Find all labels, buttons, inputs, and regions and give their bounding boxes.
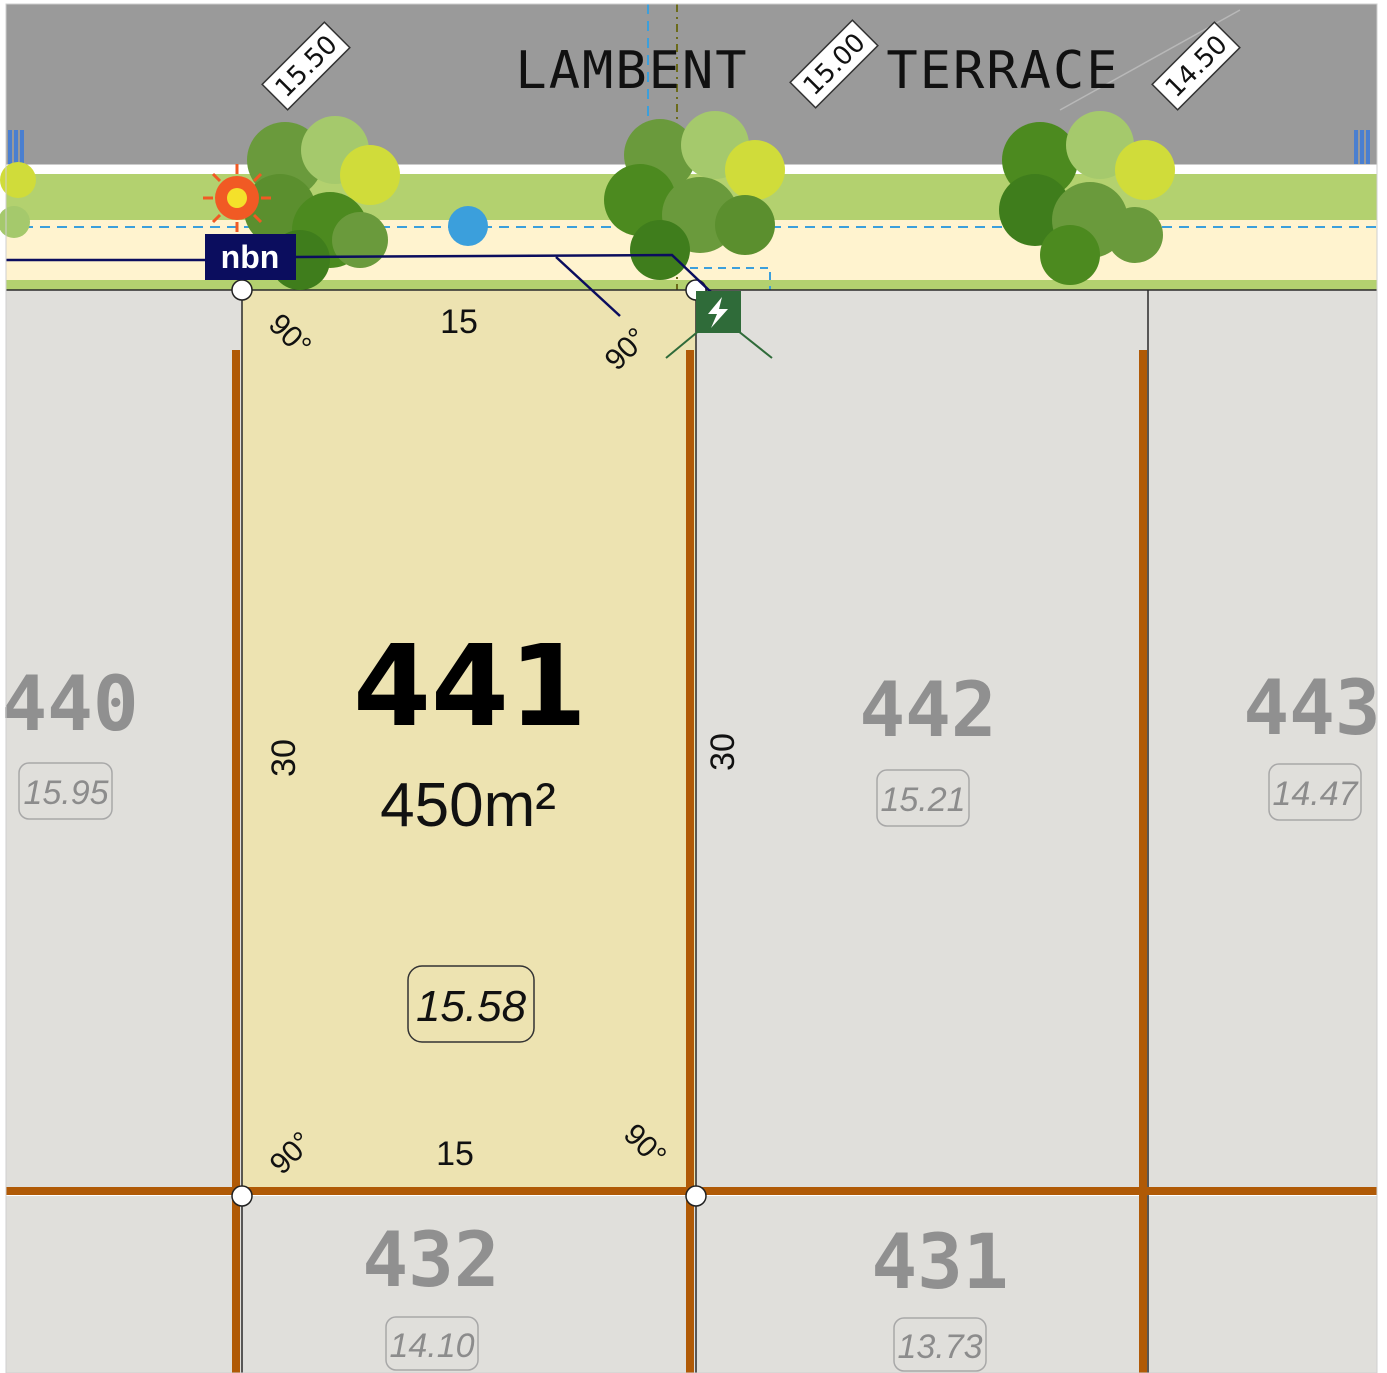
lot-442-level: 15.21 <box>880 781 965 819</box>
left-depth-dimension: 30 <box>265 739 303 777</box>
rear-dimension: 15 <box>436 1135 474 1173</box>
road-name-part1: LAMBENT <box>515 41 748 101</box>
kerb-marker-left <box>8 130 24 164</box>
main-lot-area: 450m² <box>380 771 556 840</box>
kerb-marker-right <box>1354 130 1370 164</box>
lot-432-number: 432 <box>362 1215 499 1304</box>
lot-431-number: 431 <box>871 1217 1008 1306</box>
lot-plan-map: nbn LAMBENT TERRACE 15.50 15.00 14.50 44… <box>0 0 1387 1373</box>
lot-443-level: 14.47 <box>1272 775 1358 813</box>
lot-431-level: 13.73 <box>897 1328 982 1366</box>
lot-443-number: 443 <box>1243 663 1380 752</box>
water-meter-icon <box>448 206 488 246</box>
lot-rear-left <box>6 1196 242 1373</box>
lot-rear-right <box>1148 1196 1377 1373</box>
main-lot-level: 15.58 <box>416 982 527 1031</box>
main-lot-number: 441 <box>353 622 587 752</box>
lot-440-number: 440 <box>1 659 138 748</box>
lot-442-number: 442 <box>859 665 996 754</box>
frontage-dimension: 15 <box>440 303 478 341</box>
lot-440-level: 15.95 <box>23 774 108 812</box>
lot-432-level: 14.10 <box>389 1327 474 1365</box>
nbn-label: nbn <box>221 239 280 275</box>
road-name-part2: TERRACE <box>886 41 1119 101</box>
right-depth-dimension: 30 <box>704 733 742 771</box>
